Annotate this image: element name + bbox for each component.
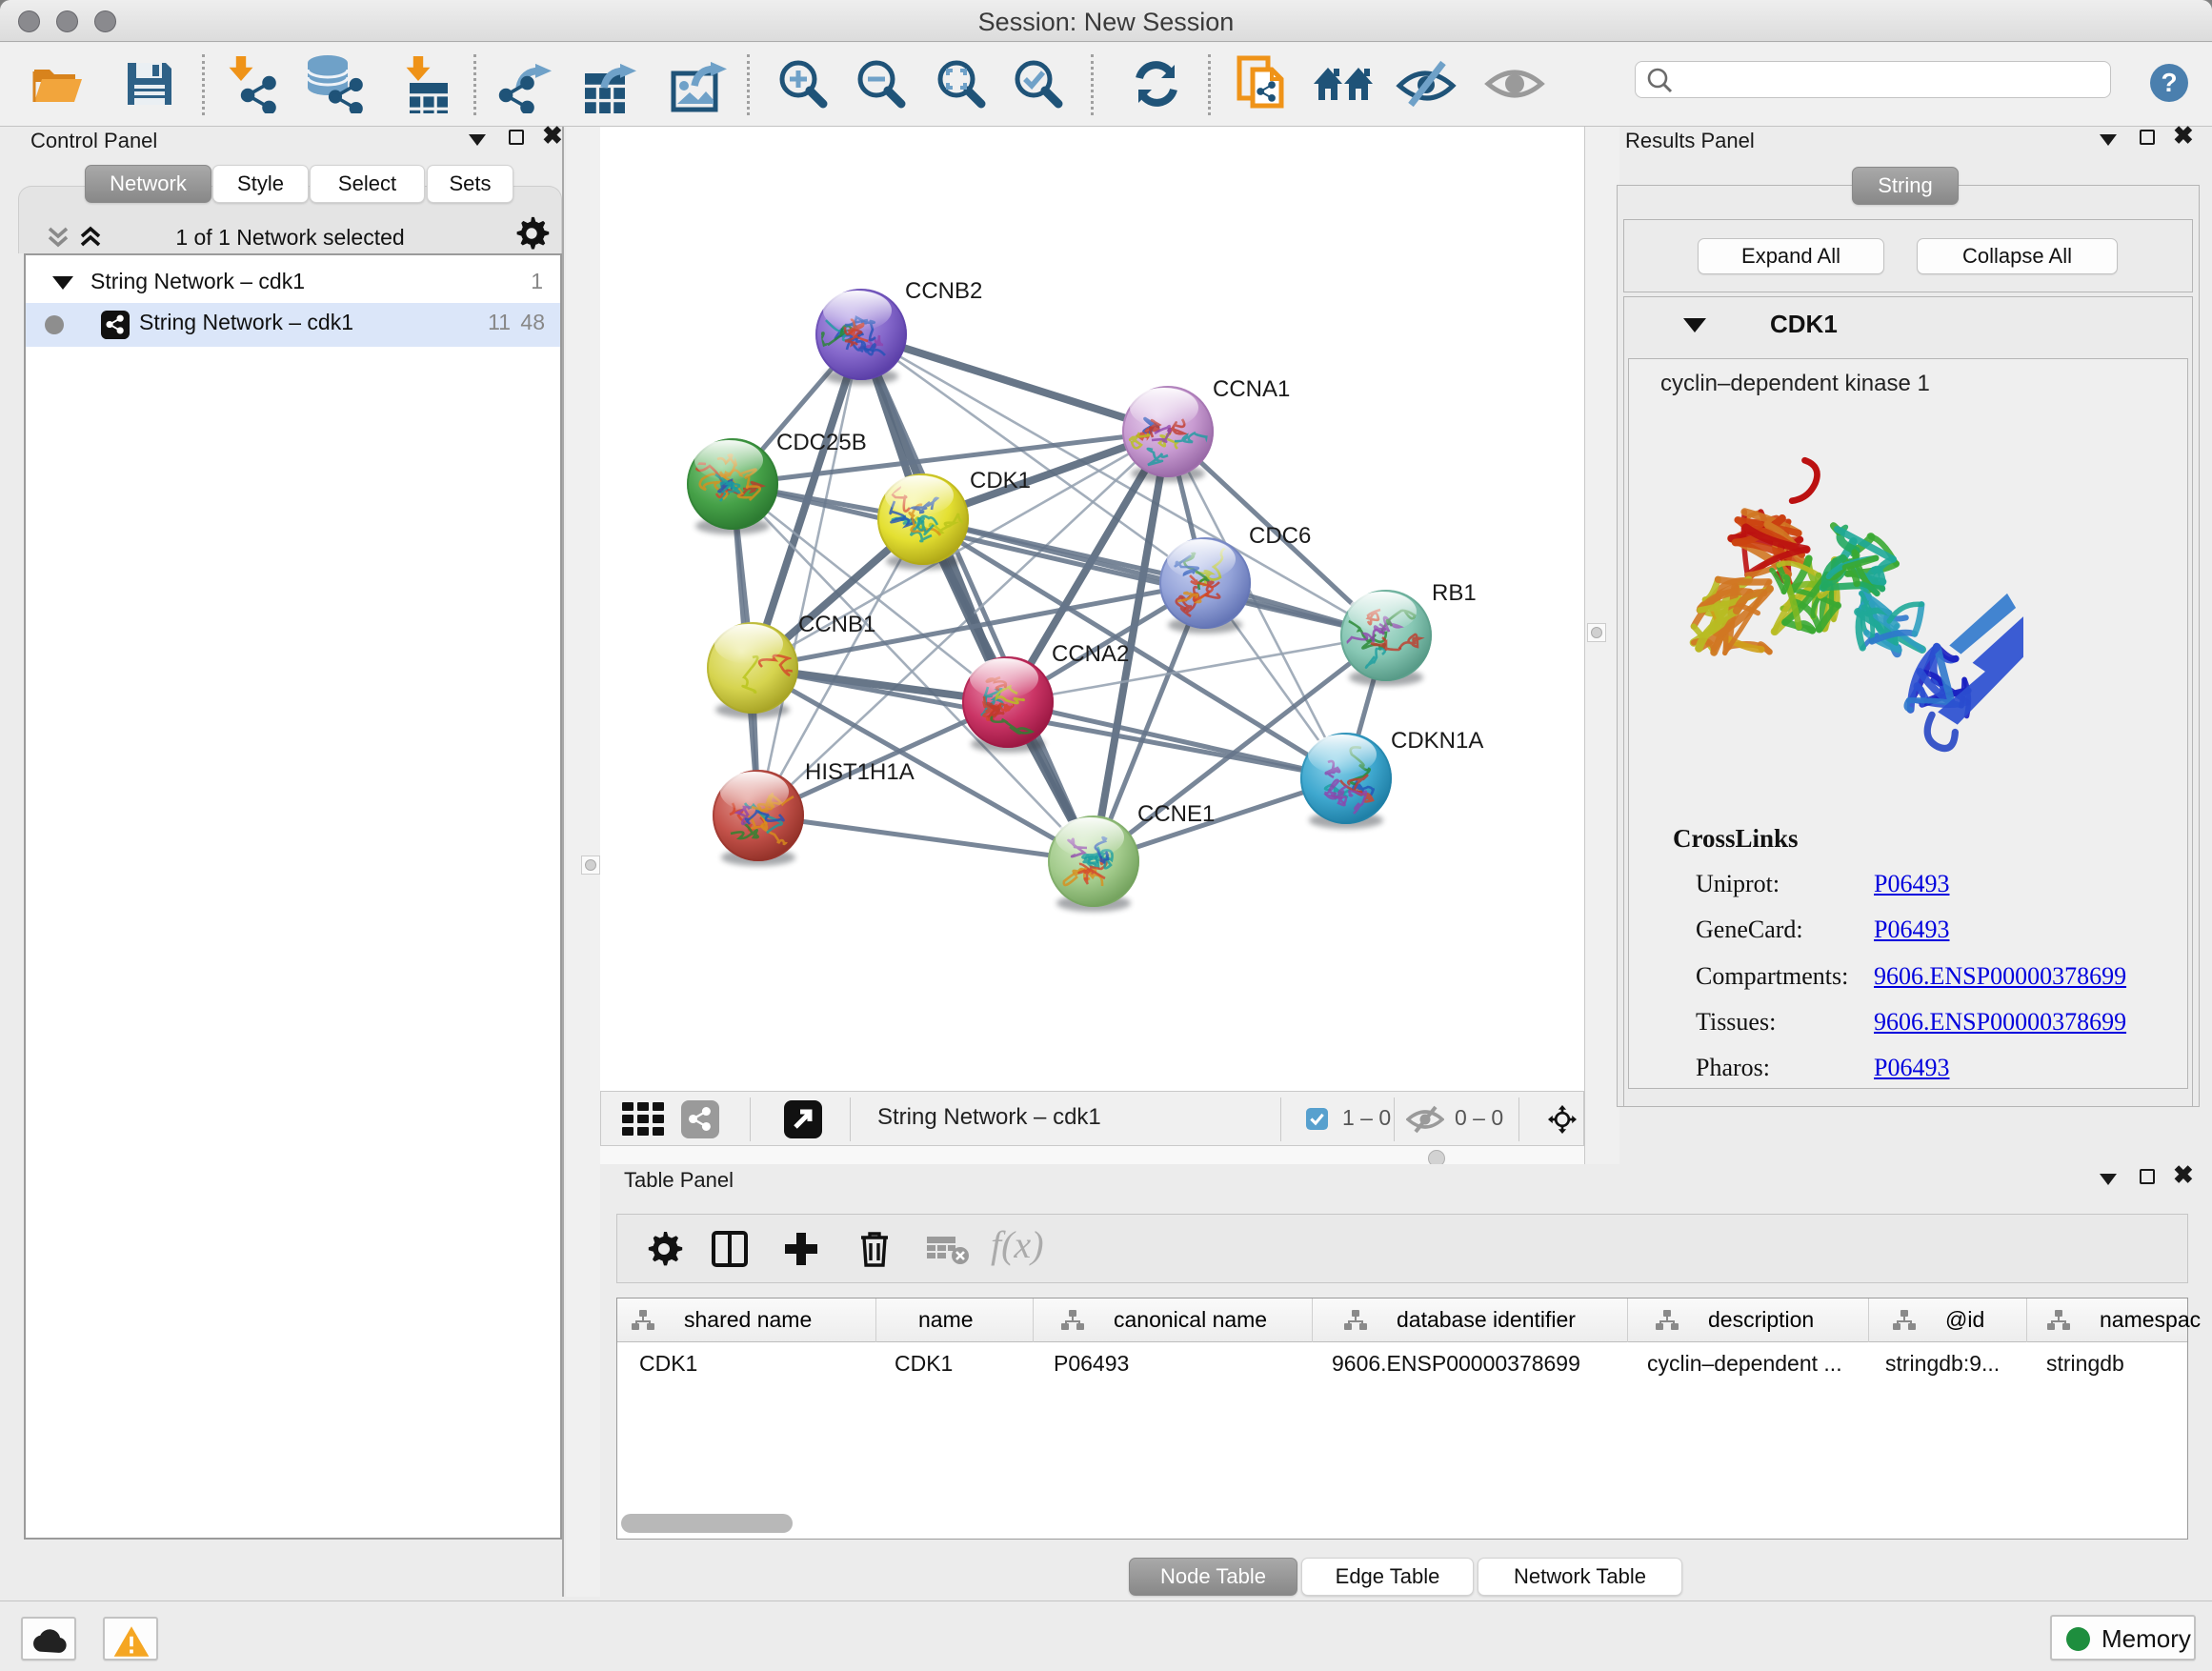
svg-text:CDC6: CDC6 bbox=[1249, 523, 1311, 549]
svg-text:?: ? bbox=[2161, 68, 2177, 97]
svg-text:RB1: RB1 bbox=[1432, 580, 1477, 606]
svg-text:CCNB2: CCNB2 bbox=[905, 278, 982, 304]
svg-text:CDK1: CDK1 bbox=[970, 468, 1031, 493]
svg-text:CCNB1: CCNB1 bbox=[798, 612, 875, 637]
svg-text:CCNA1: CCNA1 bbox=[1213, 376, 1290, 402]
svg-text:CCNE1: CCNE1 bbox=[1137, 801, 1215, 827]
svg-text:HIST1H1A: HIST1H1A bbox=[805, 759, 915, 785]
svg-text:CDC25B: CDC25B bbox=[776, 430, 867, 455]
svg-text:CCNA2: CCNA2 bbox=[1052, 641, 1129, 667]
svg-text:CDKN1A: CDKN1A bbox=[1391, 728, 1483, 754]
